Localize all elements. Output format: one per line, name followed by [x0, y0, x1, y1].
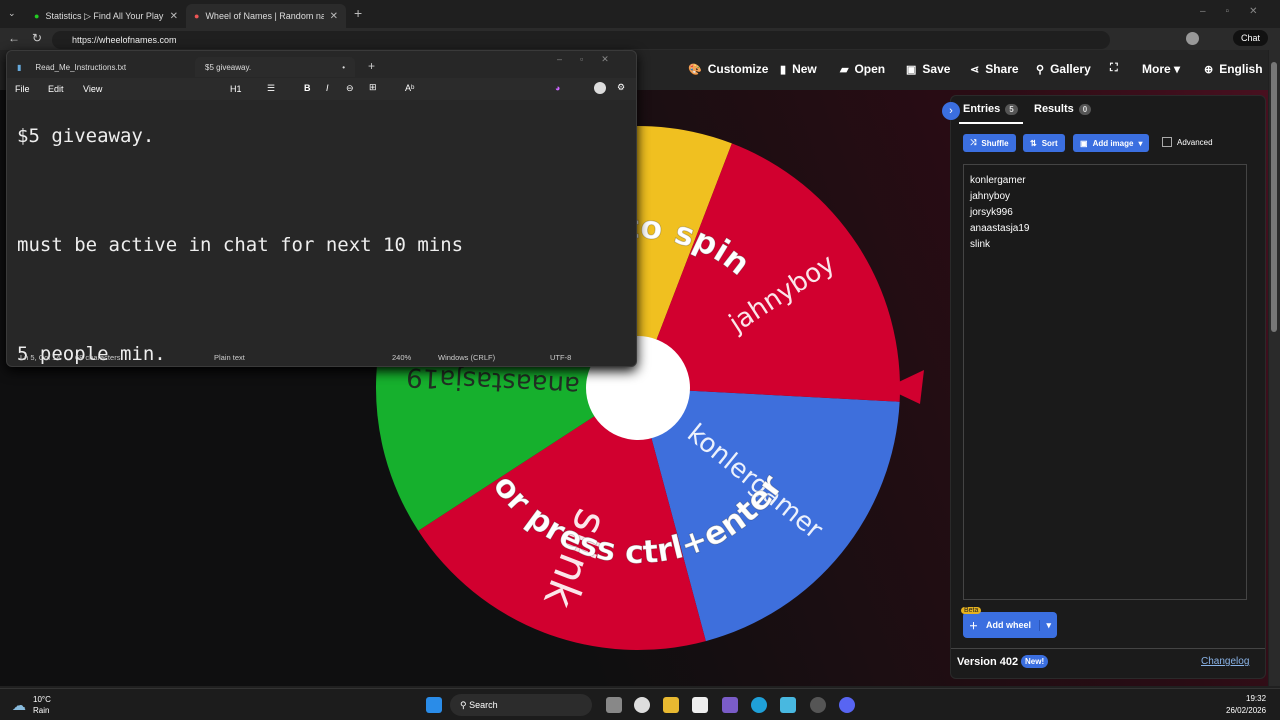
- vpn-icon[interactable]: [722, 697, 738, 713]
- heading-dropdown[interactable]: H1: [230, 84, 242, 94]
- link-icon[interactable]: ⊖: [346, 83, 354, 94]
- store-icon[interactable]: [692, 697, 708, 713]
- taskbar: ☁ 10°C Rain ⚲ Search 19:32 26/02/2026: [0, 688, 1280, 720]
- unsaved-dot-icon: •: [342, 62, 345, 72]
- media-player-icon[interactable]: [634, 697, 650, 713]
- weather-desc[interactable]: Rain: [33, 706, 49, 715]
- file-explorer-icon[interactable]: [663, 697, 679, 713]
- shuffle-button[interactable]: ⤨ Shuffle: [963, 134, 1016, 152]
- weather-rain-icon: ☁: [12, 697, 26, 713]
- add-image-button[interactable]: ▣ Add image ▾: [1073, 134, 1150, 152]
- notepad-app-icon[interactable]: [780, 697, 796, 713]
- entry-line: jahnyboy: [970, 191, 1011, 202]
- page-scrollbar[interactable]: [1269, 50, 1280, 686]
- divider: [951, 648, 1265, 649]
- notepad-text-area[interactable]: $5 giveaway. must be active in chat for …: [17, 109, 463, 366]
- entry-line: konlergamer: [970, 175, 1026, 186]
- active-tab-indicator: [959, 122, 1023, 124]
- entry-line: jorsyk996: [970, 207, 1013, 218]
- table-icon[interactable]: ⊞: [369, 82, 377, 93]
- entries-panel: › Entries 5 Results 0 ⤨ Shuffle ⇅ Sort ▣ Add …: [942, 95, 1266, 679]
- discord-icon[interactable]: [839, 697, 855, 713]
- clear-format-icon[interactable]: Aᵇ: [405, 83, 414, 93]
- search-icon: ⚲: [460, 700, 470, 710]
- start-windows-icon[interactable]: [426, 697, 442, 713]
- shuffle-icon: ⤨: [970, 138, 977, 147]
- advanced-checkbox[interactable]: Advanced: [1162, 137, 1213, 147]
- sort-icon: ⇅: [1030, 138, 1037, 148]
- entry-line: anaastasja19: [970, 223, 1030, 234]
- image-icon: ▣: [1080, 138, 1088, 148]
- notepad-new-tab-button[interactable]: +: [368, 59, 375, 73]
- notepad-tab-readme[interactable]: ▮ Read_Me_Instructions.txt: [7, 57, 195, 77]
- chevron-down-icon: ▾: [1138, 138, 1143, 148]
- plus-icon: ＋: [969, 620, 979, 631]
- tab-entries[interactable]: Entries 5: [963, 103, 1018, 115]
- checkbox-icon: [1162, 137, 1172, 147]
- entries-textarea[interactable]: konlergamer jahnyboy jorsyk996 anaastasja19…: [963, 164, 1247, 600]
- menu-file[interactable]: File: [15, 84, 30, 94]
- tab-results[interactable]: Results 0: [1034, 103, 1092, 115]
- edge-browser-icon[interactable]: [751, 697, 767, 713]
- notepad-window-controls[interactable]: –▫✕: [557, 54, 627, 65]
- task-view-icon[interactable]: [606, 697, 622, 713]
- entry-line: slink: [970, 239, 991, 250]
- clock-date[interactable]: 26/02/2026: [1226, 706, 1266, 715]
- copilot-icon[interactable]: ◕: [555, 83, 560, 93]
- sort-button[interactable]: ⇅ Sort: [1023, 134, 1065, 152]
- steam-icon[interactable]: [810, 697, 826, 713]
- beta-badge: Beta: [961, 607, 982, 614]
- italic-icon[interactable]: I: [326, 83, 329, 93]
- notepad-icon: ▮: [17, 62, 22, 72]
- list-icon[interactable]: ☰: [267, 83, 275, 94]
- menu-edit[interactable]: Edit: [48, 84, 64, 94]
- add-wheel-dropdown[interactable]: ▾: [1039, 619, 1057, 631]
- new-badge: New!: [1021, 655, 1049, 668]
- add-wheel-button[interactable]: ＋ Add wheel ▾: [963, 612, 1057, 638]
- changelog-link[interactable]: Changelog: [1201, 656, 1249, 667]
- account-icon[interactable]: [594, 82, 606, 94]
- notepad-status-bar: Ln 5, Col 14 68 characters Plain text 24…: [20, 353, 572, 362]
- settings-gear-icon[interactable]: ⚙: [617, 82, 625, 93]
- bold-icon[interactable]: B: [304, 83, 311, 93]
- collapse-panel-button[interactable]: ›: [942, 102, 960, 120]
- notepad-menubar: File Edit View H1 ☰ B I ⊖ ⊞ Aᵇ ◕ ⚙: [7, 78, 636, 100]
- taskbar-search[interactable]: ⚲ Search: [450, 694, 592, 716]
- weather-temp[interactable]: 10°C: [33, 695, 51, 704]
- menu-view[interactable]: View: [83, 84, 102, 94]
- clock-time[interactable]: 19:32: [1246, 694, 1266, 703]
- version-label: Version 402: [957, 656, 1019, 668]
- notepad-window: ▮ Read_Me_Instructions.txt $5 giveaway. • …: [6, 50, 637, 367]
- notepad-tab-giveaway[interactable]: $5 giveaway. •: [195, 57, 355, 77]
